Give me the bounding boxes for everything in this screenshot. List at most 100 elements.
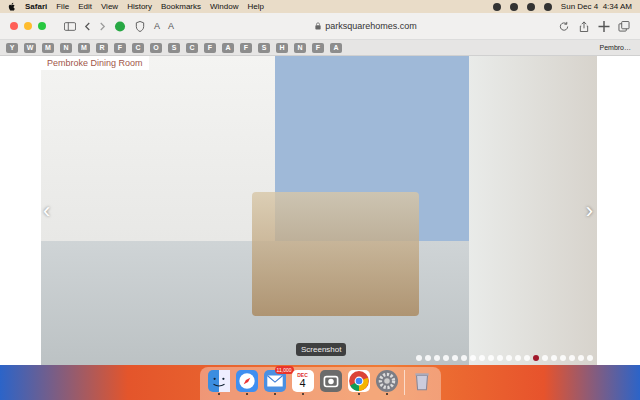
tabs-overview-icon[interactable] <box>618 21 630 32</box>
menu-item[interactable]: Edit <box>78 2 92 11</box>
text-size-button[interactable]: A <box>168 21 174 31</box>
next-button[interactable]: › <box>586 200 593 222</box>
trash-icon[interactable] <box>411 370 433 392</box>
back-icon[interactable] <box>84 21 91 32</box>
web-page: Pembroke Dining Room‹› <box>0 56 640 365</box>
dock-tooltip: Screenshot <box>296 343 346 356</box>
favorite-item[interactable]: O <box>150 43 162 53</box>
favorite-item[interactable]: F <box>240 43 252 53</box>
slide-dot[interactable] <box>479 355 485 361</box>
sidebar-icon[interactable] <box>64 21 76 32</box>
status-icon[interactable] <box>527 3 535 11</box>
favorite-item[interactable]: H <box>276 43 288 53</box>
slide-dot[interactable] <box>416 355 422 361</box>
favorite-item[interactable]: M <box>78 43 90 53</box>
mail-badge: 11,000 <box>275 366 294 374</box>
running-indicator <box>302 393 304 395</box>
settings-icon[interactable] <box>376 370 398 392</box>
favorite-item[interactable]: C <box>132 43 144 53</box>
dock: 11,000DEC4 <box>200 367 441 400</box>
favorite-item[interactable]: C <box>186 43 198 53</box>
shield-icon[interactable] <box>134 21 146 32</box>
slide-dot[interactable] <box>524 355 530 361</box>
slide-dot[interactable] <box>569 355 575 361</box>
favorite-item[interactable]: N <box>294 43 306 53</box>
favorite-item[interactable]: A <box>222 43 234 53</box>
running-indicator <box>358 393 360 395</box>
menu-app[interactable]: Safari <box>25 2 47 11</box>
running-indicator <box>218 393 220 395</box>
calendar-icon[interactable]: DEC4 <box>292 370 314 392</box>
favorite-item[interactable]: R <box>96 43 108 53</box>
lock-icon <box>315 22 321 30</box>
photo-gallery: Pembroke Dining Room‹› <box>41 56 597 365</box>
slide-dot[interactable] <box>551 355 557 361</box>
slide-dot[interactable] <box>587 355 593 361</box>
menu-item[interactable]: Window <box>210 2 238 11</box>
menu-item[interactable]: View <box>101 2 118 11</box>
menu-item[interactable]: History <box>127 2 152 11</box>
menu-bar: Safari File Edit View History Bookmarks Window… <box>0 0 640 13</box>
screen: Safari File Edit View History Bookmarks Window… <box>0 0 640 400</box>
slide-dot[interactable] <box>452 355 458 361</box>
slide-dot[interactable] <box>434 355 440 361</box>
favorite-item[interactable]: F <box>204 43 216 53</box>
new-tab-icon[interactable] <box>598 21 610 32</box>
screenshot-icon[interactable] <box>320 370 342 392</box>
extension-icon[interactable] <box>114 21 126 32</box>
menu-item[interactable]: File <box>56 2 69 11</box>
forward-icon[interactable] <box>99 21 106 32</box>
slide-dot[interactable] <box>542 355 548 361</box>
running-indicator <box>246 393 248 395</box>
favorite-item[interactable]: W <box>24 43 36 53</box>
favorite-item[interactable]: A <box>330 43 342 53</box>
slide-dot[interactable] <box>515 355 521 361</box>
close-button[interactable] <box>10 22 18 30</box>
favorite-item[interactable]: S <box>258 43 270 53</box>
slide-dot[interactable] <box>533 355 539 361</box>
slide-dot[interactable] <box>488 355 494 361</box>
text-size-button[interactable]: A <box>154 21 160 31</box>
favorite-item[interactable]: Pembro… <box>596 43 634 53</box>
favorite-item[interactable]: F <box>114 43 126 53</box>
clock[interactable]: Sun Dec 4 4:34 AM <box>561 2 632 11</box>
apple-icon[interactable] <box>8 2 16 12</box>
favorite-item[interactable]: F <box>312 43 324 53</box>
finder-icon[interactable] <box>208 370 230 392</box>
address-field[interactable]: parksquarehomes.com <box>305 18 427 34</box>
minimize-button[interactable] <box>24 22 32 30</box>
toolbar: AAparksquarehomes.com <box>0 13 640 40</box>
favorite-item[interactable]: M <box>42 43 54 53</box>
favorite-item[interactable]: S <box>168 43 180 53</box>
slide-dot[interactable] <box>461 355 467 361</box>
slide-dot[interactable] <box>425 355 431 361</box>
running-indicator <box>421 393 423 395</box>
status-icon[interactable] <box>544 3 552 11</box>
status-icon[interactable] <box>510 3 518 11</box>
slide-dot[interactable] <box>506 355 512 361</box>
menu-item[interactable]: Help <box>247 2 263 11</box>
zoom-button[interactable] <box>38 22 46 30</box>
running-indicator <box>386 393 388 395</box>
dining-room-photo <box>41 56 597 365</box>
running-indicator <box>274 393 276 395</box>
menu-item[interactable]: Bookmarks <box>161 2 201 11</box>
slide-dot[interactable] <box>497 355 503 361</box>
running-indicator <box>330 393 332 395</box>
slide-dots <box>416 355 593 361</box>
favorite-item[interactable]: N <box>60 43 72 53</box>
desktop: 11,000DEC4 <box>0 365 640 400</box>
chrome-icon[interactable] <box>348 370 370 392</box>
mail-icon[interactable]: 11,000 <box>264 370 286 392</box>
slide-dot[interactable] <box>443 355 449 361</box>
status-icon[interactable] <box>493 3 501 11</box>
previous-button[interactable]: ‹ <box>43 200 50 222</box>
slide-dot[interactable] <box>470 355 476 361</box>
safari-icon[interactable] <box>236 370 258 392</box>
favorites-bar: YWMNMRFCOSCFAFSHNFAPembro… <box>0 40 640 56</box>
share-icon[interactable] <box>578 21 590 32</box>
favorite-item[interactable]: Y <box>6 43 18 53</box>
slide-dot[interactable] <box>560 355 566 361</box>
reload-icon[interactable] <box>558 21 570 32</box>
slide-dot[interactable] <box>578 355 584 361</box>
